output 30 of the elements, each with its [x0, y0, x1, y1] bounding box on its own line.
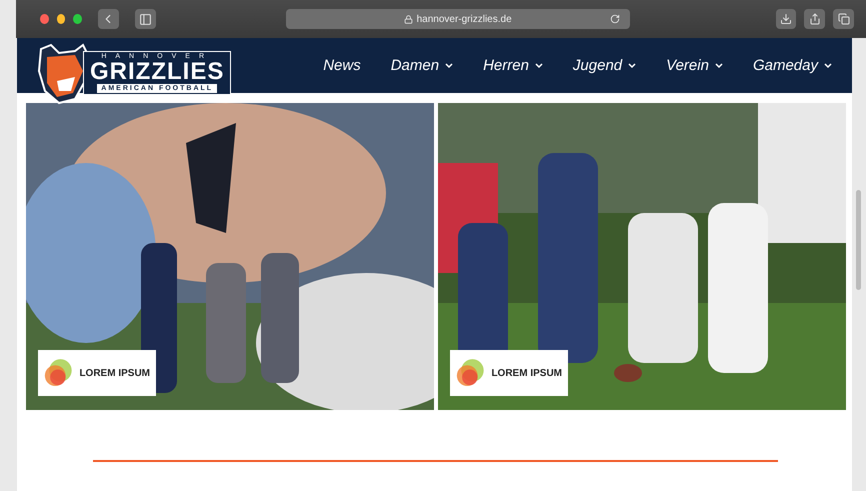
scrollbar[interactable]: [856, 190, 861, 290]
chevron-down-icon: [824, 62, 832, 68]
nav-link[interactable]: Damen: [390, 57, 454, 74]
chevron-down-icon: [445, 62, 454, 68]
nav-link[interactable]: Jugend: [572, 57, 636, 74]
logo-title: GRIZZLIES: [90, 60, 224, 84]
lock-icon: [404, 14, 413, 24]
zoom-window-button[interactable]: [73, 14, 82, 24]
share-button[interactable]: [804, 9, 826, 29]
sidebar-button[interactable]: [134, 9, 156, 29]
share-icon: [808, 13, 821, 25]
nav-link[interactable]: News: [323, 57, 361, 74]
chevron-down-icon: [714, 62, 723, 68]
back-button[interactable]: [98, 9, 119, 29]
sidebar-icon: [138, 12, 152, 26]
reload-icon[interactable]: [610, 14, 620, 24]
download-icon: [780, 13, 792, 25]
tabs-icon: [838, 13, 850, 25]
nav-link[interactable]: Verein: [666, 57, 723, 74]
chevron-down-icon: [534, 62, 543, 68]
minimize-window-button[interactable]: [56, 14, 66, 24]
address-bar[interactable]: hannover-grizzlies.de: [286, 9, 630, 29]
sponsor-name: LOREM IPSUM: [491, 368, 562, 378]
nav-link[interactable]: Herren: [483, 57, 543, 74]
close-window-button[interactable]: [40, 14, 49, 24]
tabs-button[interactable]: [833, 9, 854, 29]
sponsor-name: LOREM IPSUM: [79, 368, 150, 378]
nav-link[interactable]: Gameday: [752, 57, 832, 74]
chevron-down-icon: [628, 62, 636, 68]
download-button[interactable]: [776, 9, 796, 29]
